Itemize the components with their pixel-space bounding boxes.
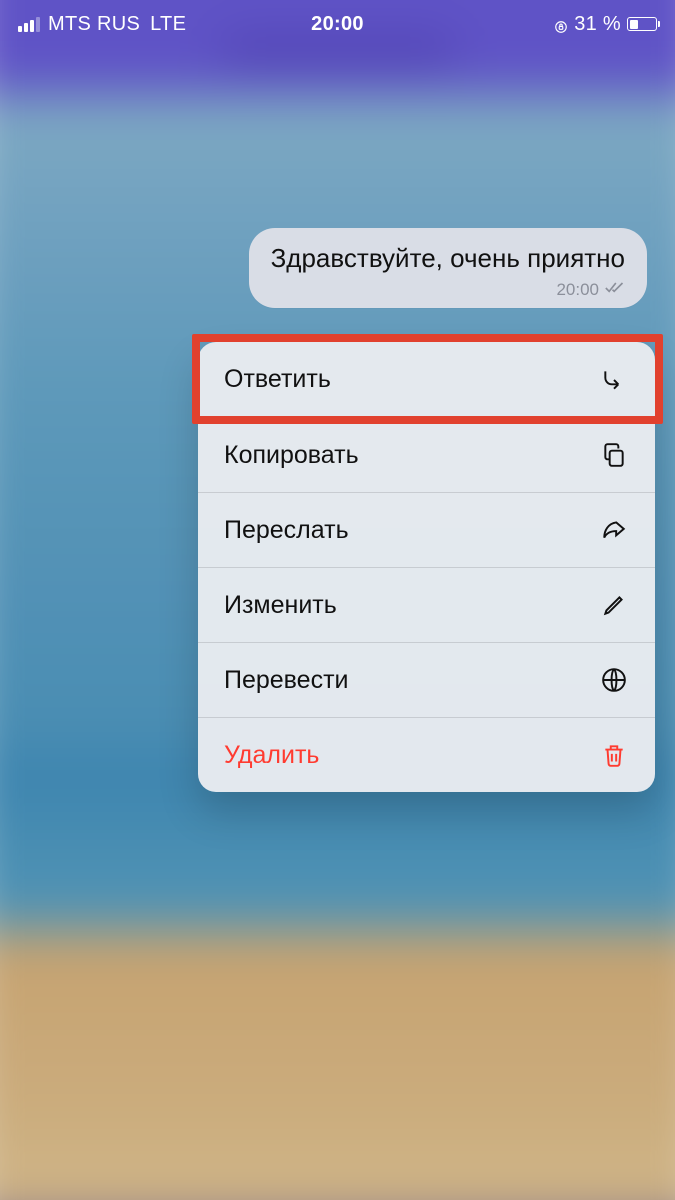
menu-label-reply: Ответить — [224, 365, 331, 394]
menu-item-copy[interactable]: Копировать — [198, 417, 655, 492]
globe-icon — [599, 665, 629, 695]
orientation-lock-icon — [554, 17, 568, 31]
menu-item-delete[interactable]: Удалить — [198, 717, 655, 792]
battery-percent: 31 % — [574, 13, 621, 36]
menu-label-edit: Изменить — [224, 591, 337, 620]
menu-item-translate[interactable]: Перевести — [198, 642, 655, 717]
copy-icon — [599, 440, 629, 470]
status-bar: MTS RUS LTE 20:00 31 % — [0, 0, 675, 48]
menu-label-delete: Удалить — [224, 741, 319, 770]
network-type: LTE — [150, 13, 186, 36]
trash-icon — [599, 740, 629, 770]
message-bubble[interactable]: Здравствуйте, очень приятно 20:00 — [249, 228, 647, 308]
reply-icon — [599, 365, 629, 395]
menu-item-forward[interactable]: Переслать — [198, 492, 655, 567]
menu-label-copy: Копировать — [224, 441, 359, 470]
battery-icon — [627, 17, 657, 31]
menu-label-translate: Перевести — [224, 666, 349, 695]
message-text: Здравствуйте, очень приятно — [271, 242, 625, 275]
carrier-name: MTS RUS — [48, 13, 140, 36]
menu-label-forward: Переслать — [224, 516, 349, 545]
message-time: 20:00 — [556, 279, 599, 300]
status-time: 20:00 — [311, 13, 364, 36]
edit-icon — [599, 590, 629, 620]
menu-item-edit[interactable]: Изменить — [198, 567, 655, 642]
read-receipt-icon — [605, 279, 625, 300]
menu-item-reply[interactable]: Ответить — [198, 342, 655, 417]
forward-icon — [599, 515, 629, 545]
signal-icon — [18, 17, 40, 32]
message-context-menu: Ответить Копировать Переслать Изменить — [198, 342, 655, 792]
